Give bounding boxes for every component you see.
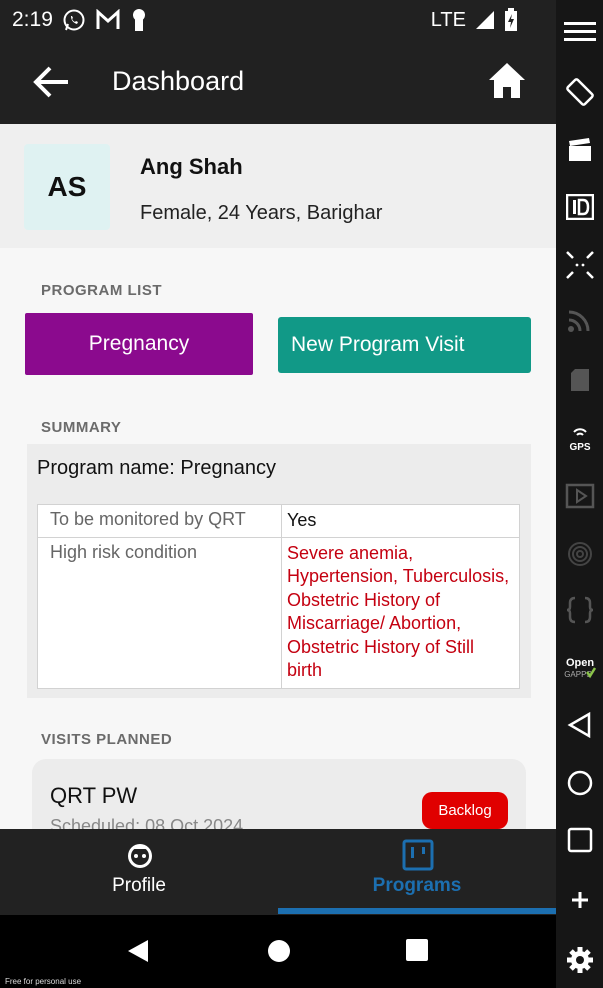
pixel-perfect-icon[interactable] — [556, 245, 603, 285]
whatsapp-icon — [63, 9, 85, 31]
notification-icons — [62, 8, 148, 32]
home-icon[interactable] — [486, 60, 528, 102]
new-program-visit-button[interactable]: New Program Visit — [278, 317, 531, 373]
nav-home-icon[interactable] — [556, 763, 603, 803]
summary-label: SUMMARY — [41, 419, 122, 436]
tab-profile-label: Profile — [112, 875, 166, 896]
subject-name: Ang Shah — [140, 154, 243, 179]
summary-row-label: To be monitored by QRT — [38, 505, 282, 537]
status-right: LTE — [431, 8, 518, 32]
tab-programs[interactable]: Programs — [278, 829, 556, 915]
fingerprint-icon[interactable] — [556, 534, 603, 574]
pregnancy-program-button[interactable]: Pregnancy — [25, 313, 253, 375]
app-screen: 2:19 LTE Dashboard AS Ang Shah Female, 2… — [0, 0, 556, 988]
summary-program-name: Program name: Pregnancy — [37, 457, 277, 479]
nav-recents-icon[interactable] — [556, 820, 603, 860]
plus-icon[interactable] — [556, 880, 603, 920]
summary-table: To be monitored by QRT Yes High risk con… — [37, 504, 520, 689]
network-label: LTE — [430, 8, 466, 31]
page-title: Dashboard — [112, 66, 245, 96]
visit-name: QRT PW — [50, 783, 138, 808]
tab-programs-label: Programs — [372, 875, 462, 896]
opengapps-icon[interactable]: Open GAPPS — [556, 648, 603, 688]
signal-icon — [476, 11, 494, 29]
status-bar: 2:19 LTE — [0, 0, 556, 40]
summary-card: Program name: Pregnancy To be monitored … — [27, 444, 531, 698]
program-list-label: PROGRAM LIST — [41, 282, 162, 299]
keyhole-icon — [133, 9, 145, 31]
device-id-icon[interactable] — [556, 187, 603, 227]
sd-card-icon[interactable] — [556, 360, 603, 400]
programs-board-icon — [402, 839, 434, 871]
rotate-icon[interactable] — [556, 72, 603, 112]
gmail-icon — [96, 9, 120, 29]
tab-profile[interactable]: Profile — [0, 829, 278, 915]
svg-text:Open: Open — [565, 657, 593, 669]
battery-icon — [505, 8, 517, 31]
active-tab-indicator — [278, 908, 556, 914]
nav-back-icon[interactable] — [556, 705, 603, 745]
summary-row: High risk condition Severe anemia, Hyper… — [38, 537, 519, 688]
system-navigation-bar — [0, 915, 556, 988]
menu-icon[interactable] — [556, 12, 603, 52]
settings-gear-icon[interactable] — [556, 940, 603, 980]
system-home-icon[interactable] — [267, 939, 291, 963]
app-bar: Dashboard — [0, 40, 556, 124]
summary-row-value: Yes — [287, 510, 317, 530]
profile-face-icon — [128, 844, 152, 868]
gps-icon[interactable]: GPS — [556, 418, 603, 458]
subject-profile-header: AS Ang Shah Female, 24 Years, Barighar — [0, 124, 556, 248]
back-arrow-icon[interactable] — [32, 62, 72, 102]
emulator-toolbar: GPS Open GAPPS — [556, 0, 603, 988]
svg-text:GPS: GPS — [569, 442, 590, 453]
summary-row: To be monitored by QRT Yes — [38, 505, 519, 538]
subject-details: Female, 24 Years, Barighar — [140, 202, 383, 224]
watermark-note: Free for personal use — [5, 977, 82, 986]
system-back-icon[interactable] — [126, 939, 150, 963]
braces-icon[interactable] — [556, 590, 603, 630]
system-recents-icon[interactable] — [406, 939, 428, 961]
avatar: AS — [24, 144, 110, 230]
screen-record-icon[interactable] — [556, 130, 603, 170]
high-risk-conditions-value: Severe anemia, Hypertension, Tuberculosi… — [287, 542, 510, 681]
media-icon[interactable] — [556, 476, 603, 516]
status-time: 2:19 — [12, 8, 53, 31]
bottom-navigation: Profile Programs — [0, 829, 556, 915]
cast-icon[interactable] — [556, 300, 603, 340]
visits-planned-label: VISITS PLANNED — [41, 731, 173, 748]
summary-row-label: High risk condition — [38, 537, 282, 688]
backlog-badge: Backlog — [422, 792, 508, 829]
